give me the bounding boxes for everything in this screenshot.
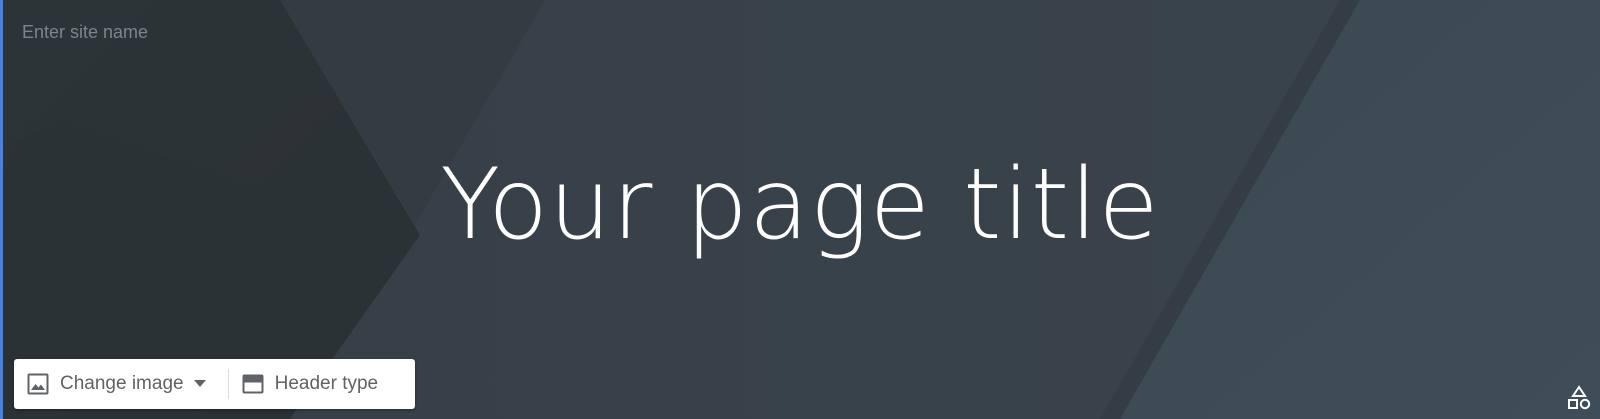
header-type-button[interactable]: Header type: [229, 359, 391, 409]
change-image-button[interactable]: Change image: [14, 359, 228, 409]
site-name-input[interactable]: [22, 22, 322, 43]
header-layout-icon: [241, 372, 265, 396]
site-header[interactable]: Your page title Change image: [0, 0, 1600, 419]
header-type-label: Header type: [274, 373, 379, 394]
header-toolbar: Change image Header type: [14, 359, 415, 409]
page-title[interactable]: Your page title: [0, 151, 1600, 260]
change-image-label: Change image: [60, 373, 184, 394]
shapes-icon[interactable]: [1566, 385, 1592, 411]
caret-down-icon: [193, 380, 206, 388]
image-icon: [26, 372, 50, 396]
